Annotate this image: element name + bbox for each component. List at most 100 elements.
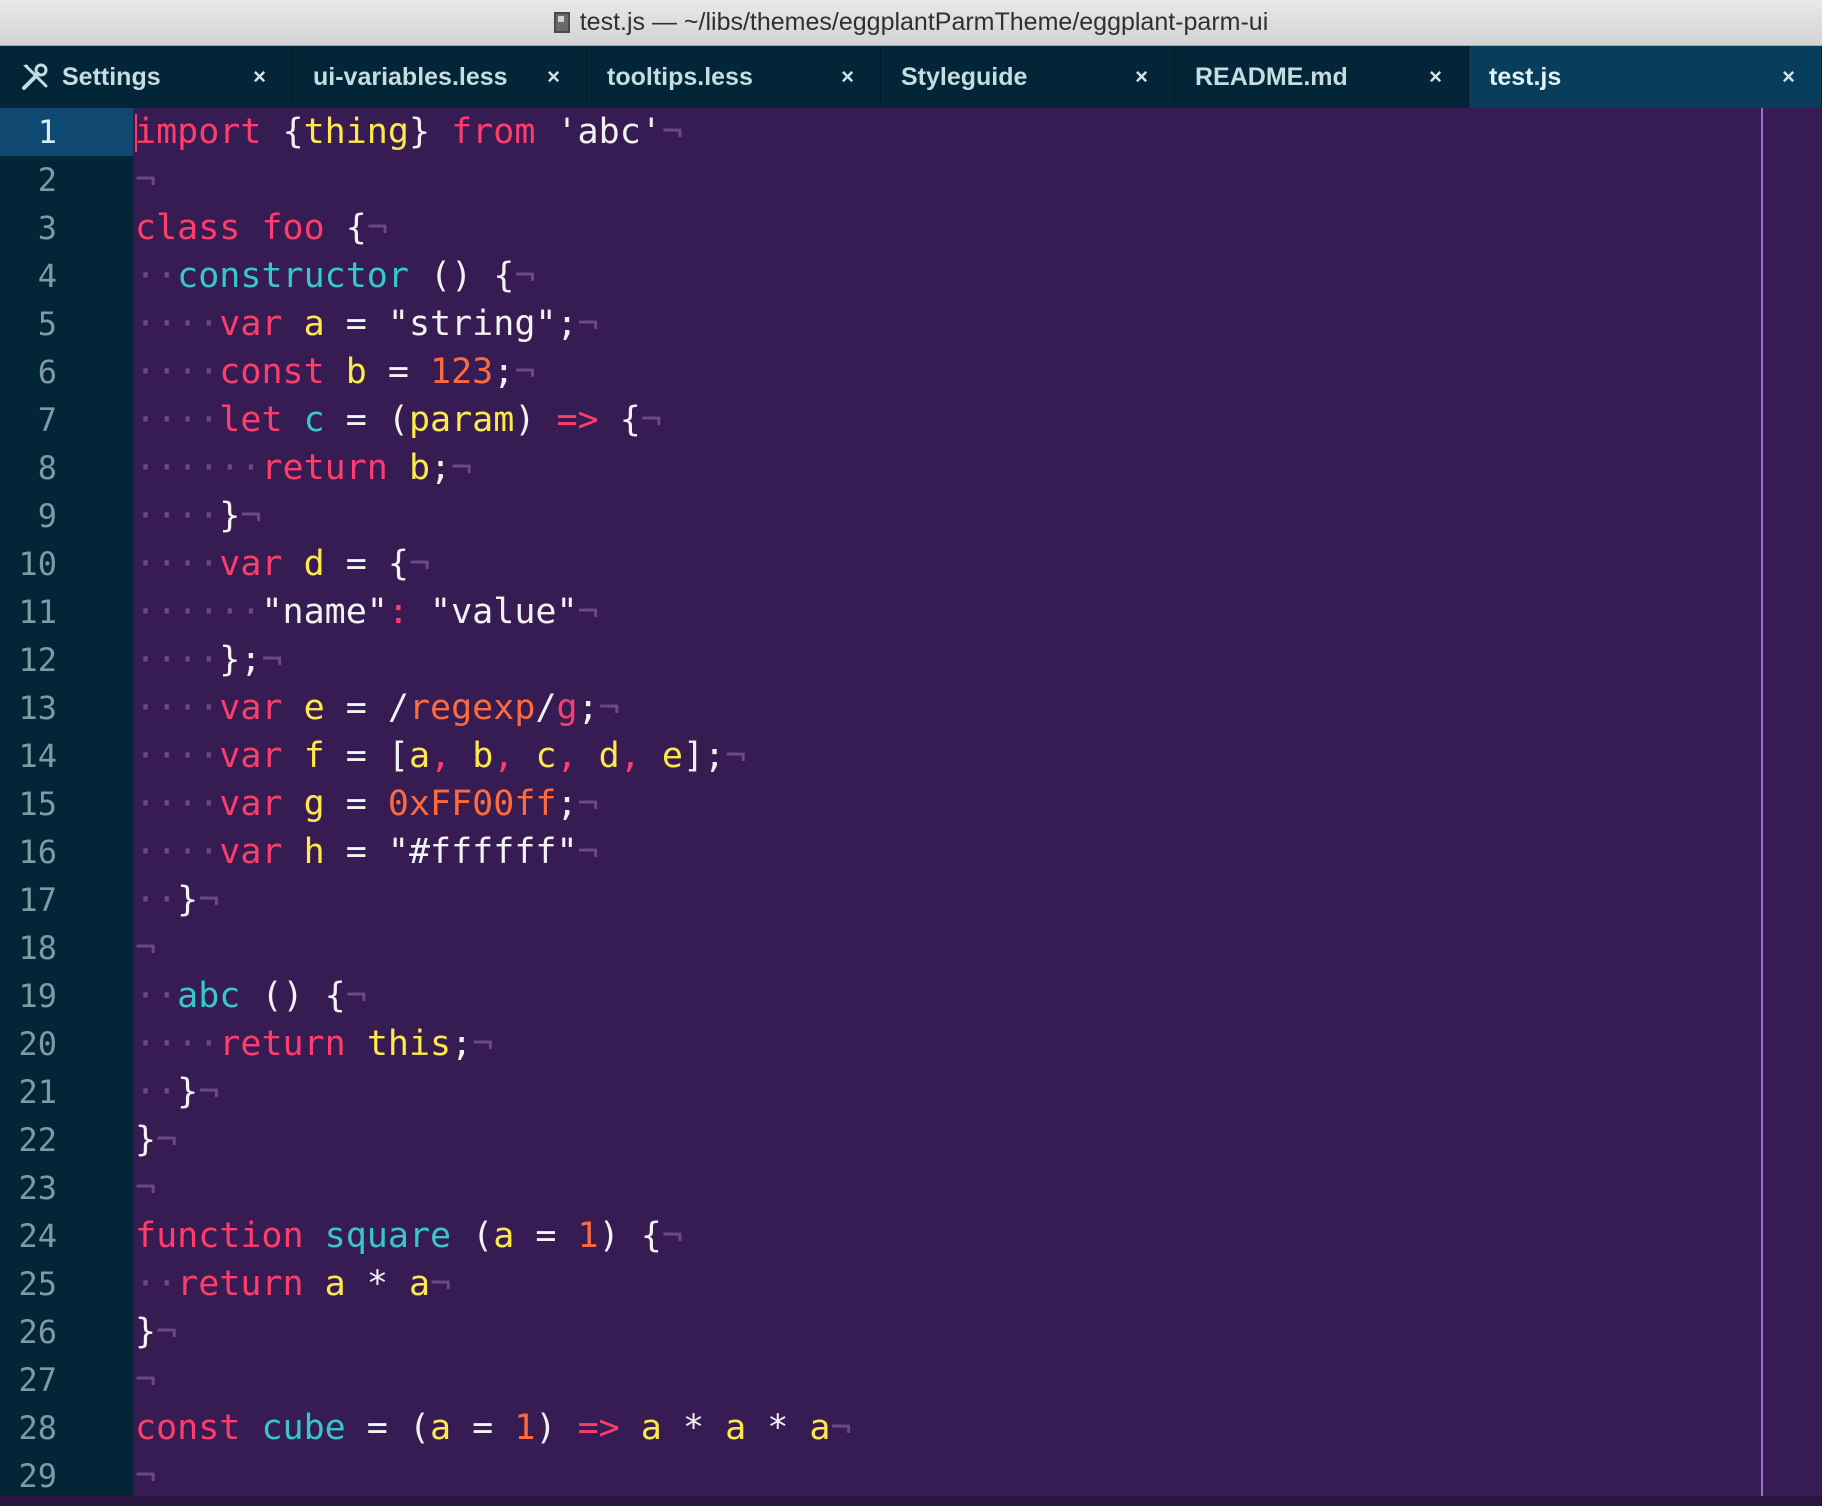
code-line[interactable]: ··}¬	[135, 1068, 219, 1116]
eol-marker: ¬	[135, 1456, 157, 1496]
text-cursor	[135, 114, 137, 152]
code-token: this	[366, 1024, 452, 1064]
code-token: abc	[177, 976, 241, 1016]
code-token: }	[135, 1120, 157, 1160]
tools-icon	[20, 62, 50, 92]
code-token: =	[366, 352, 431, 392]
code-token: 1	[577, 1216, 599, 1256]
code-line[interactable]: ····var e = /regexp/g;¬	[135, 684, 620, 732]
line-number: 19	[18, 977, 57, 1015]
window-title: test.js — ~/libs/themes/eggplantParmThem…	[579, 8, 1269, 36]
code-token: {	[387, 544, 409, 584]
close-icon[interactable]: ×	[1135, 64, 1148, 90]
code-line[interactable]: ··constructor () {¬	[135, 252, 535, 300]
tab-label: test.js	[1489, 62, 1562, 91]
tab-readme-md[interactable]: README.md ×	[1175, 46, 1469, 108]
code-line[interactable]: ····return this;¬	[135, 1020, 493, 1068]
code-token: const	[219, 352, 325, 392]
code-line[interactable]: const cube = (a = 1) => a * a * a¬	[135, 1404, 852, 1452]
code-token: c	[535, 736, 557, 776]
code-token: {	[598, 400, 641, 440]
code-line[interactable]: ¬	[135, 1164, 156, 1212]
code-line[interactable]: ····}¬	[135, 492, 261, 540]
code-line[interactable]: ····var a = "string";¬	[135, 300, 599, 348]
line-number-gutter[interactable]: 1 2 3 4 5 6 7 8 9 10 11 12 13 14 15 16 17 18 19 20 21 22 23 24 2…	[0, 108, 133, 1496]
close-icon[interactable]: ×	[1429, 64, 1442, 90]
close-icon[interactable]: ×	[841, 64, 854, 90]
code-token: foo	[261, 208, 325, 248]
tab-label: README.md	[1195, 62, 1348, 91]
line-number: 26	[18, 1313, 57, 1351]
code-token: square	[324, 1216, 452, 1256]
code-token: "#ffffff"	[387, 832, 578, 872]
close-icon[interactable]: ×	[1782, 64, 1795, 90]
line-number: 25	[18, 1265, 57, 1303]
code-line[interactable]: ¬	[135, 924, 156, 972]
status-bar	[0, 1496, 1822, 1506]
code-line[interactable]: ····var d = {¬	[135, 540, 430, 588]
code-token: g	[303, 784, 325, 824]
code-line[interactable]: function square (a = 1) {¬	[135, 1212, 683, 1260]
code-line[interactable]: ····};¬	[135, 636, 283, 684]
code-token: ;	[430, 448, 452, 488]
eol-marker: ¬	[135, 928, 157, 968]
code-line[interactable]: ····let c = (param) => {¬	[135, 396, 662, 444]
code-token: ) {	[598, 1216, 662, 1256]
code-line[interactable]: ····var f = [a, b, c, d, e];¬	[135, 732, 746, 780]
code-token: c	[303, 400, 325, 440]
tab-label: Styleguide	[901, 62, 1028, 91]
indent-guide: ····	[135, 352, 220, 392]
code-line[interactable]: class foo {¬	[135, 204, 388, 252]
line-number: 4	[37, 257, 57, 295]
code-token: d	[598, 736, 620, 776]
tab-styleguide[interactable]: Styleguide ×	[881, 46, 1175, 108]
code-line[interactable]: ··return a * a¬	[135, 1260, 451, 1308]
tab-label: tooltips.less	[607, 62, 753, 91]
tab-tooltips-less[interactable]: tooltips.less ×	[587, 46, 881, 108]
code-line[interactable]: ······return b;¬	[135, 444, 472, 492]
eol-marker: ¬	[830, 1408, 852, 1448]
indent-guide: ··	[135, 1264, 178, 1304]
code-token: =	[324, 832, 388, 872]
code-token: ,	[619, 736, 641, 776]
code-line[interactable]: ····const b = 123;¬	[135, 348, 535, 396]
code-line[interactable]: ····var h = "#ffffff"¬	[135, 828, 599, 876]
code-editor[interactable]: import {thing} from 'abc'¬ ¬ class foo {¬ ·…	[133, 108, 1822, 1496]
close-icon[interactable]: ×	[547, 64, 560, 90]
code-token: ,	[493, 736, 515, 776]
code-line[interactable]: }¬	[135, 1308, 177, 1356]
code-token: return	[219, 1024, 346, 1064]
code-line[interactable]: ¬	[135, 156, 156, 204]
line-number: 29	[18, 1457, 57, 1495]
code-token: g	[556, 688, 578, 728]
code-line[interactable]: ¬	[135, 1452, 156, 1496]
close-icon[interactable]: ×	[253, 64, 266, 90]
code-token: b	[472, 736, 494, 776]
tab-test-js[interactable]: test.js ×	[1469, 46, 1821, 108]
code-line[interactable]: ··abc () {¬	[135, 972, 367, 1020]
indent-guide: ··	[135, 880, 178, 920]
tab-ui-variables-less[interactable]: ui-variables.less ×	[293, 46, 587, 108]
document-icon	[553, 12, 570, 33]
code-token: {	[261, 112, 304, 152]
code-token: b	[345, 352, 367, 392]
tab-settings[interactable]: Settings ×	[0, 46, 293, 108]
eol-marker: ¬	[135, 1360, 157, 1400]
code-line[interactable]: }¬	[135, 1116, 177, 1164]
code-line[interactable]: ····var g = 0xFF00ff;¬	[135, 780, 599, 828]
code-line[interactable]: ··}¬	[135, 876, 219, 924]
code-token: (	[451, 1216, 494, 1256]
code-token: *	[746, 1408, 810, 1448]
indent-guide: ····	[135, 832, 220, 872]
code-token: a	[324, 1264, 346, 1304]
code-token: =	[324, 400, 388, 440]
code-line[interactable]: ······"name": "value"¬	[135, 588, 599, 636]
code-line[interactable]: ¬	[135, 1356, 156, 1404]
code-token: const	[135, 1408, 241, 1448]
code-token: return	[177, 1264, 304, 1304]
code-line[interactable]: import {thing} from 'abc'¬	[135, 108, 683, 156]
